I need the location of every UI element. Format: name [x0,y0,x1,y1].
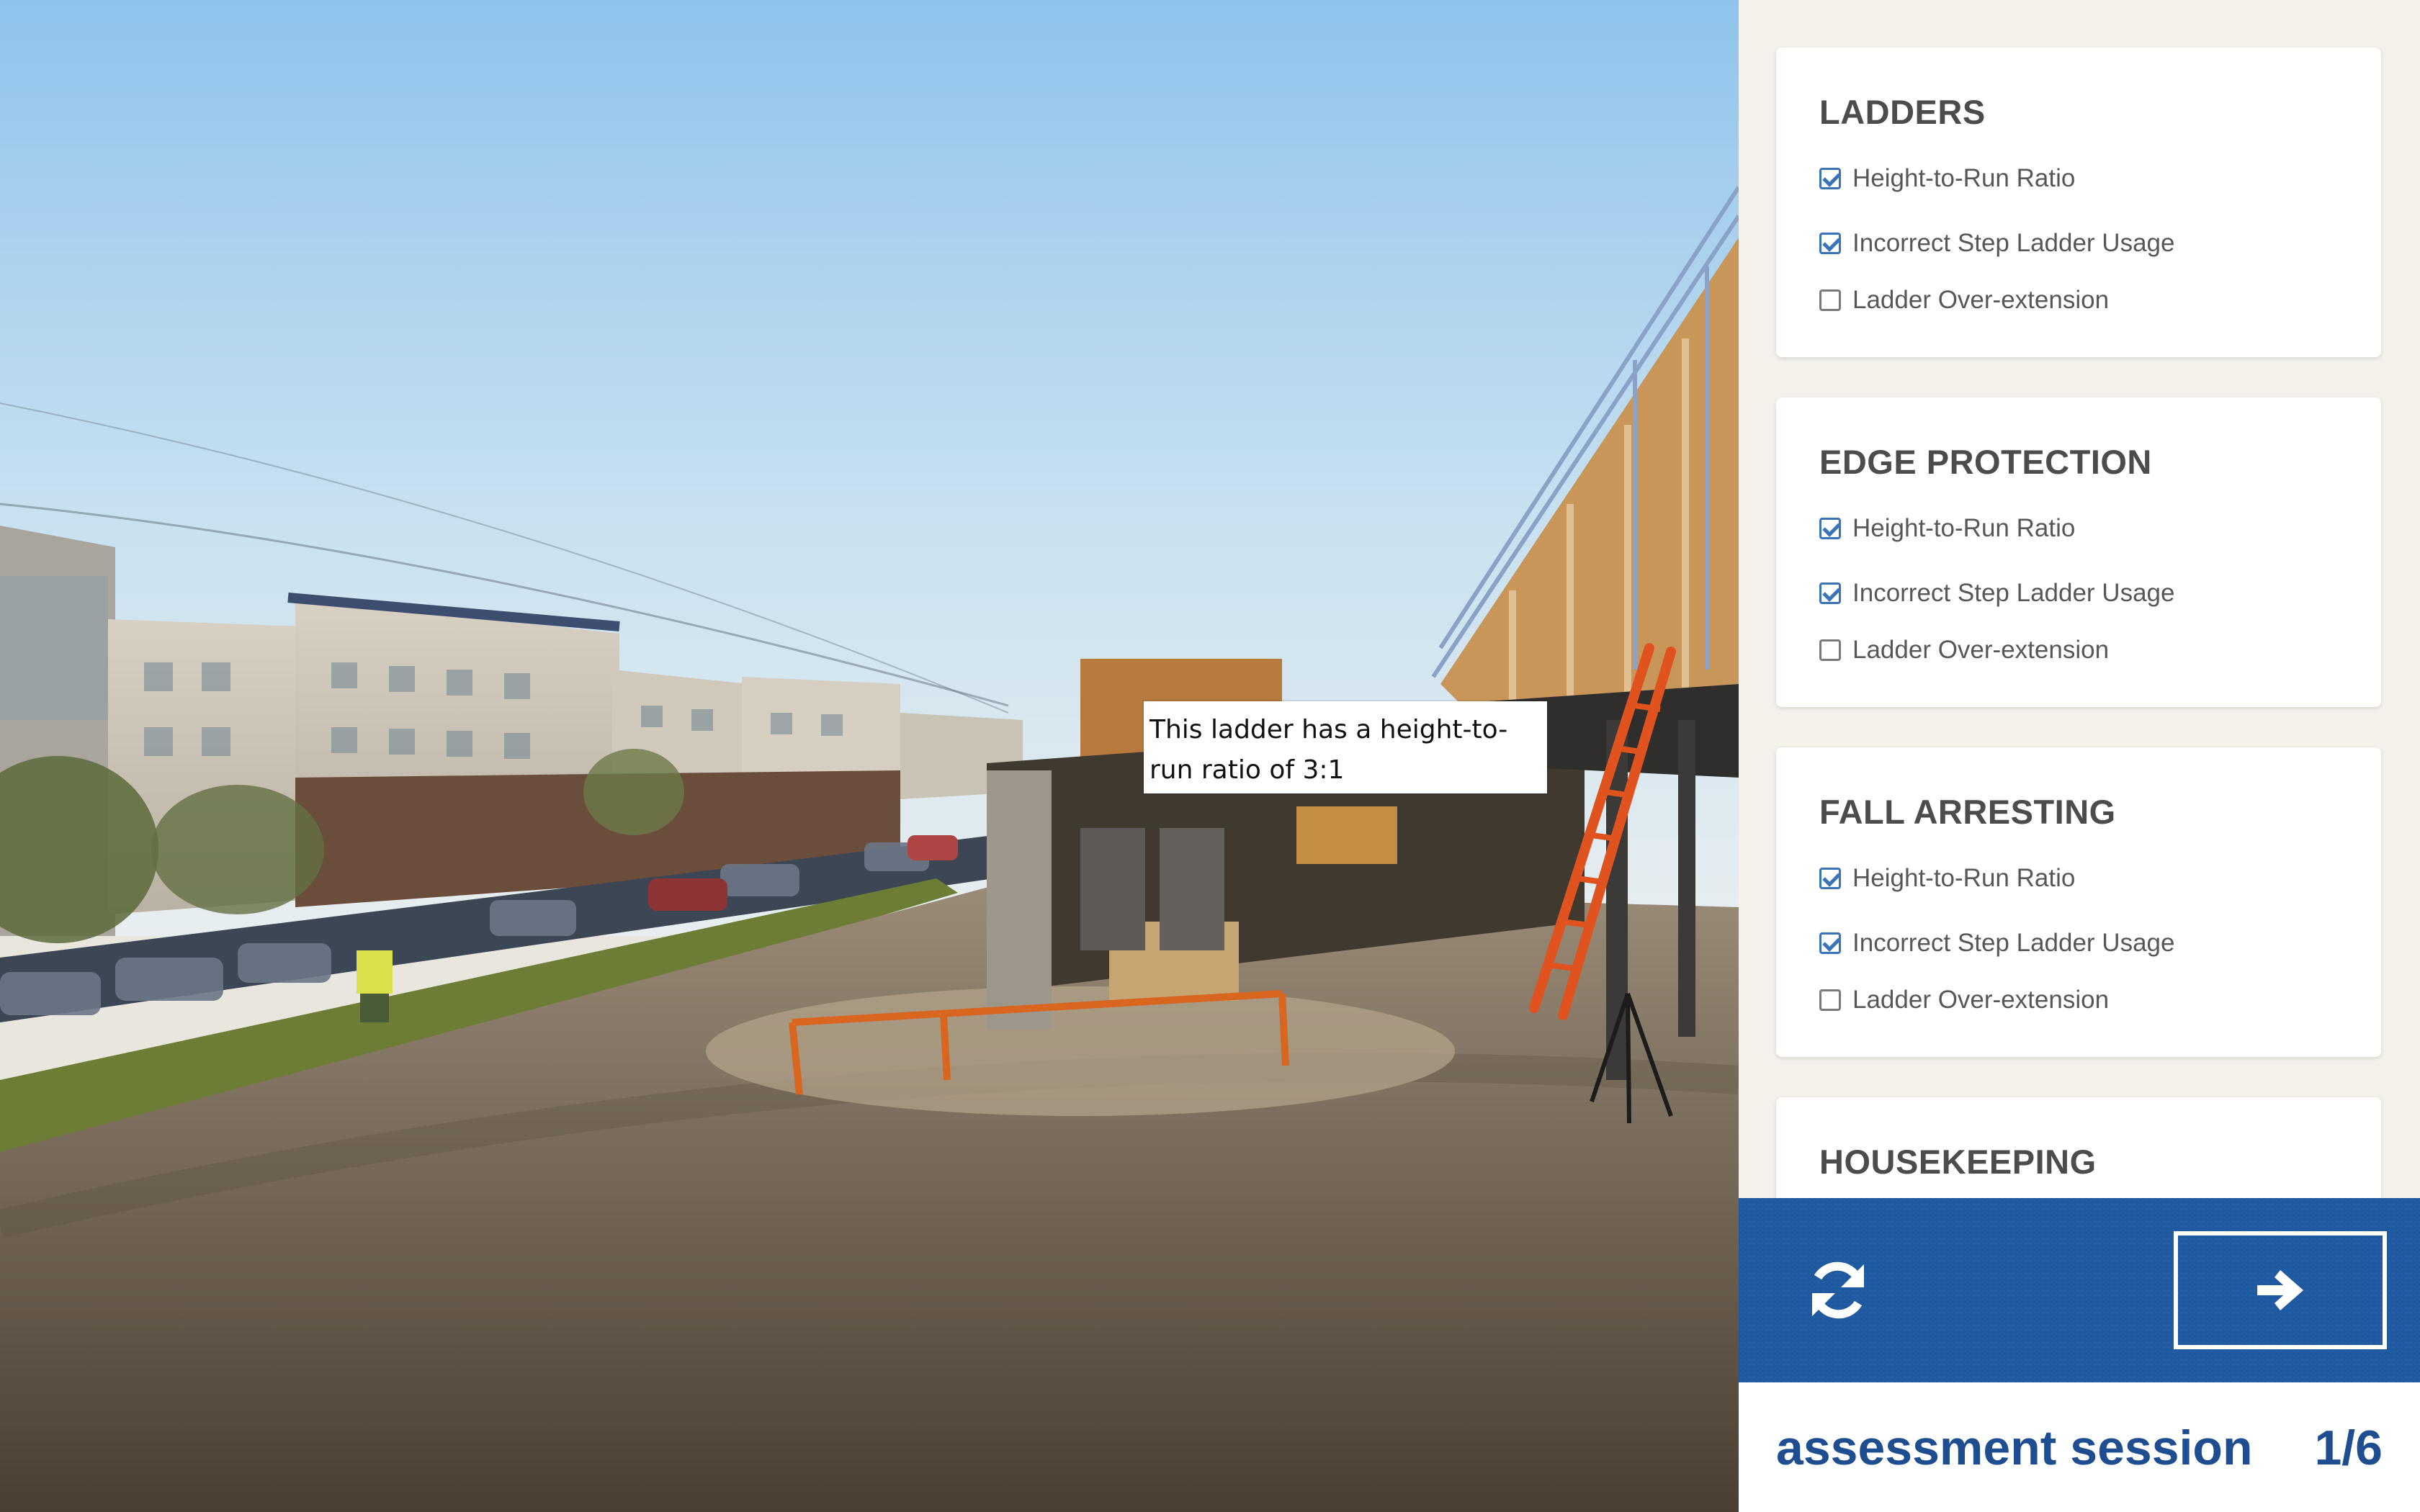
checklist-item-label: Ladder Over-extension [1852,636,2110,664]
section-title: EDGE PROTECTION [1819,443,2152,481]
checklist-item[interactable]: Ladder Over-extension [1819,986,2109,1014]
checkbox-checked[interactable] [1819,233,1841,254]
checkbox-checked[interactable] [1819,932,1841,954]
checklist-item-label: Incorrect Step Ladder Usage [1852,929,2175,957]
checklist-item-label: Incorrect Step Ladder Usage [1852,579,2175,607]
checklist-item-label: Height-to-Run Ratio [1852,514,2076,542]
navigation-bar [1739,1198,2420,1382]
arrow-right-icon [2257,1270,2303,1310]
checklist-item-label: Height-to-Run Ratio [1852,864,2076,892]
checklist-item[interactable]: Ladder Over-extension [1819,636,2109,665]
checklist-item[interactable]: Incorrect Step Ladder Usage [1819,229,2174,258]
checklist-item-label: Ladder Over-extension [1852,286,2110,314]
checkbox-checked[interactable] [1819,518,1841,539]
checklist-item-label: Height-to-Run Ratio [1852,164,2076,192]
section-title: LADDERS [1819,93,1986,131]
session-footer: assessment session 1/6 [1739,1382,2420,1512]
checklist-item[interactable]: Height-to-Run Ratio [1819,864,2075,893]
section-title: HOUSEKEEPING [1819,1143,2097,1181]
checkbox-unchecked[interactable] [1819,639,1841,661]
refresh-button[interactable] [1803,1256,1873,1325]
session-label: assessment session [1776,1421,2253,1475]
checkbox-checked[interactable] [1819,168,1841,189]
checklist-item-label: Incorrect Step Ladder Usage [1852,229,2175,257]
assessment-panel: LADDERS Height-to-Run Ratio Incorrect St… [1739,0,2420,1512]
refresh-icon [1812,1261,1864,1319]
checklist-item-label: Ladder Over-extension [1852,986,2110,1014]
checkbox-unchecked[interactable] [1819,989,1841,1011]
checklist-item[interactable]: Height-to-Run Ratio [1819,514,2075,543]
checklist-item[interactable]: Height-to-Run Ratio [1819,164,2075,193]
checkbox-unchecked[interactable] [1819,289,1841,311]
session-counter: 1/6 [2314,1421,2383,1475]
checklist-item[interactable]: Incorrect Step Ladder Usage [1819,929,2174,958]
next-button[interactable] [2174,1231,2387,1349]
checklist-item[interactable]: Ladder Over-extension [1819,286,2109,315]
hotspot-tooltip: This ladder has a height-to-run ratio of… [1144,701,1547,793]
panorama-view[interactable]: This ladder has a height-to-run ratio of… [0,0,1739,1512]
checklist-item[interactable]: Incorrect Step Ladder Usage [1819,579,2174,608]
checkbox-checked[interactable] [1819,868,1841,889]
checkbox-checked[interactable] [1819,582,1841,604]
section-title: FALL ARRESTING [1819,793,2116,831]
